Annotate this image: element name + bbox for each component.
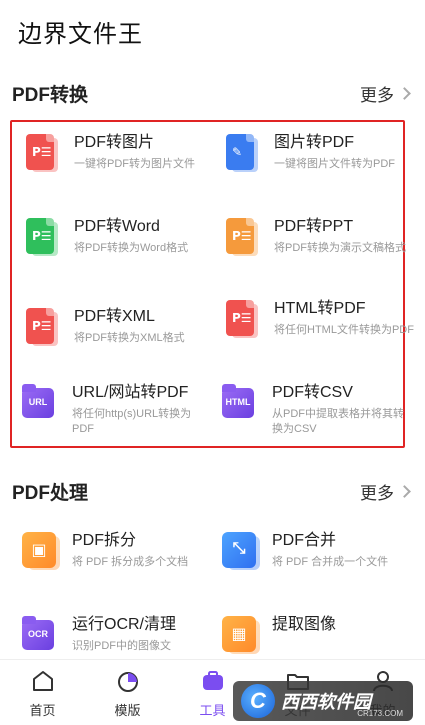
tool-desc: 识别PDF中的图像文 [72,640,171,652]
tool-desc: 将 PDF 合并成一个文件 [272,556,389,568]
tool-name: 提取图像 [272,616,337,633]
tool-desc: 将任何HTML文件转换为PDF [274,324,414,336]
tool-html-to-pdf[interactable]: P☰ HTML转PDF 将任何HTML文件转换为PDF [224,298,414,340]
tool-desc: 将任何http(s)URL转换为PDF [72,408,192,435]
tool-name: 图片转PDF [274,134,355,151]
image-file-icon: ✎ [224,134,258,174]
extract-image-icon: ▦ [222,616,260,656]
app-title: 边界文件王 [18,21,143,48]
ppt-file-icon: P☰ [224,218,258,258]
tool-name: PDF转CSV [272,384,353,401]
template-icon [115,668,141,694]
ocr-folder-icon: OCR [22,616,56,656]
tool-desc: 将PDF转换为Word格式 [74,242,189,254]
tool-desc: 将PDF转换为演示文稿格式 [274,242,406,254]
more-link[interactable]: 更多 [360,81,413,106]
tool-image-to-pdf[interactable]: ✎ 图片转PDF 一键将图片文件转为PDF [224,132,414,174]
tool-desc: 将PDF转换为XML格式 [74,332,185,344]
tool-name: PDF转XML [74,308,155,325]
tool-pdf-to-ppt[interactable]: P☰ PDF转PPT 将PDF转换为演示文稿格式 [224,216,414,258]
pdf-file-icon: P☰ [24,134,58,174]
section-title: PDF处理 [12,482,89,504]
tool-url-to-pdf[interactable]: URL URL/网站转PDF 将任何http(s)URL转换为PDF [22,382,212,437]
split-icon: ▣ [22,532,60,572]
watermark-logo-icon [241,684,275,718]
watermark-overlay: 西西软件园 CR173.COM [233,681,413,721]
tool-desc: 将 PDF 拆分成多个文档 [72,556,189,568]
tool-name: PDF转图片 [74,134,155,151]
word-file-icon: P☰ [24,218,58,258]
home-icon [30,668,56,694]
tool-pdf-to-xml[interactable]: P☰ PDF转XML 将PDF转换为XML格式 [24,306,214,348]
html-folder-icon: HTML [222,384,256,424]
tab-templates[interactable]: 模版 [85,660,170,725]
html-file-icon: P☰ [224,300,258,340]
tool-extract-images[interactable]: ▦ 提取图像 [222,614,412,656]
more-link[interactable]: 更多 [360,479,413,504]
tool-run-ocr[interactable]: OCR 运行OCR/清理识别PDF中的图像文 [22,614,212,656]
chevron-right-icon [398,86,411,100]
watermark-subtext: CR173.COM [357,709,403,718]
tool-name: PDF合并 [272,532,337,549]
tool-desc: 从PDF中提取表格并将其转换为CSV [272,408,404,435]
section-header-pdf-convert: PDF转换 更多 [12,80,413,106]
merge-icon: ⤡ [222,532,260,572]
tool-name: PDF拆分 [72,532,137,549]
toolbox-icon [200,668,226,694]
tool-desc: 一键将PDF转为图片文件 [74,158,195,170]
section-header-pdf-process: PDF处理 更多 [12,478,413,504]
tool-name: 运行OCR/清理 [72,616,177,633]
chevron-right-icon [398,484,411,498]
tool-pdf-to-image[interactable]: P☰ PDF转图片一键将PDF转为图片文件 [24,132,214,174]
url-folder-icon: URL [22,384,56,424]
tool-name: HTML转PDF [274,300,366,317]
tool-pdf-to-csv[interactable]: HTML PDF转CSV 从PDF中提取表格并将其转换为CSV [222,382,412,437]
tool-name: PDF转Word [74,218,160,235]
tool-pdf-split[interactable]: ▣ PDF拆分将 PDF 拆分成多个文档 [22,530,212,572]
xml-file-icon: P☰ [24,308,58,348]
tool-name: URL/网站转PDF [72,384,189,401]
tool-pdf-merge[interactable]: ⤡ PDF合并将 PDF 合并成一个文件 [222,530,412,572]
tool-desc: 一键将图片文件转为PDF [274,158,395,170]
tool-pdf-to-word[interactable]: P☰ PDF转Word 将PDF转换为Word格式 [24,216,214,258]
tool-name: PDF转PPT [274,218,354,235]
tab-home[interactable]: 首页 [0,660,85,725]
section-title: PDF转换 [12,84,89,106]
